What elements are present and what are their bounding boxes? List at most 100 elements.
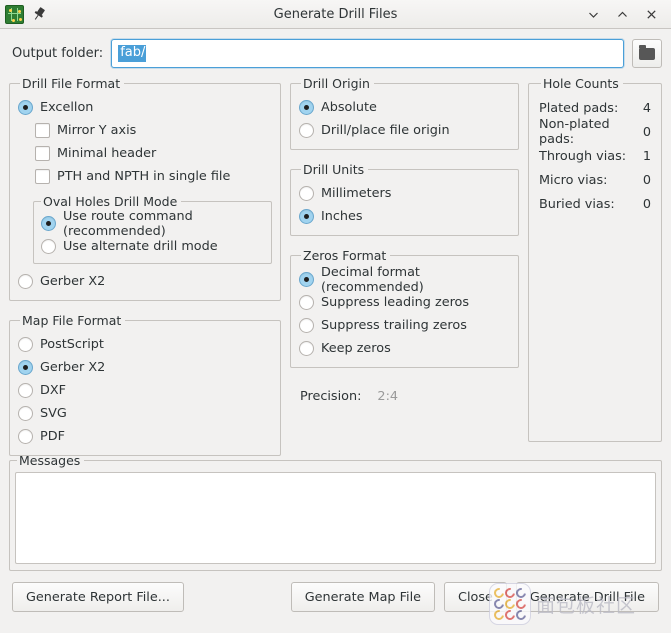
- radio-zeros-suppress-trailing-label: Suppress trailing zeros: [321, 318, 467, 333]
- radio-use-route-command[interactable]: Use route command (recommended): [41, 209, 264, 239]
- chevron-up-icon[interactable]: [614, 6, 630, 22]
- radio-units-inches-label: Inches: [321, 209, 363, 224]
- hole-count-row: Micro vias: 0: [539, 168, 651, 192]
- checkbox-minimal-header-label: Minimal header: [57, 146, 157, 161]
- output-folder-value: fab/: [118, 44, 147, 63]
- radio-map-gerber-x2[interactable]: Gerber X2: [18, 356, 272, 379]
- generate-map-file-button[interactable]: Generate Map File: [290, 582, 436, 612]
- middle-column: Drill Origin Absolute Drill/place file o…: [290, 76, 519, 453]
- radio-map-pdf-label: PDF: [40, 429, 65, 444]
- close-button[interactable]: Close: [444, 582, 507, 612]
- drill-origin-legend: Drill Origin: [303, 76, 370, 91]
- checkbox-minimal-header[interactable]: Minimal header: [35, 142, 272, 165]
- radio-use-route-command-label: Use route command (recommended): [63, 208, 193, 239]
- window-controls: [585, 6, 671, 22]
- pin-icon[interactable]: [30, 5, 48, 23]
- radio-use-alternate-drill-mode-indicator: [41, 239, 56, 254]
- radio-gerber-x2-drill-indicator: [18, 274, 33, 289]
- left-column: Drill File Format Excellon Mirror Y axis…: [9, 76, 281, 456]
- hole-count-row: Through vias: 1: [539, 144, 651, 168]
- precision-value: 2:4: [377, 389, 399, 404]
- radio-map-postscript-label: PostScript: [40, 337, 104, 352]
- hole-count-value: 1: [642, 148, 651, 164]
- radio-zeros-keep-zeros-indicator: [299, 341, 314, 356]
- radio-origin-drill-place-file-indicator: [299, 123, 314, 138]
- radio-map-postscript[interactable]: PostScript: [18, 333, 272, 356]
- zeros-format-group: Zeros Format Decimal format (recommended…: [290, 248, 519, 368]
- radio-zeros-suppress-leading-label: Suppress leading zeros: [321, 295, 470, 310]
- hole-count-value: 0: [642, 124, 651, 140]
- zeros-format-legend: Zeros Format: [303, 248, 387, 263]
- drill-file-format-legend: Drill File Format: [22, 76, 121, 91]
- precision-row: Precision: 2:4: [290, 380, 519, 404]
- radio-map-svg-indicator: [18, 406, 33, 421]
- oval-holes-drill-mode-legend: Oval Holes Drill Mode: [43, 194, 178, 209]
- hole-count-value: 0: [642, 196, 651, 212]
- output-folder-row: Output folder: fab/: [0, 29, 671, 76]
- browse-folder-button[interactable]: [632, 39, 662, 68]
- radio-excellon[interactable]: Excellon: [18, 96, 272, 119]
- button-bar: Generate Report File... Generate Map Fil…: [0, 571, 671, 612]
- checkbox-pth-npth-single-file-label: PTH and NPTH in single file: [57, 169, 231, 184]
- title-bar: Generate Drill Files: [0, 0, 671, 29]
- hole-count-value: 0: [642, 172, 651, 188]
- checkbox-pth-npth-single-file-indicator: [35, 169, 50, 184]
- radio-origin-absolute-label: Absolute: [321, 100, 377, 115]
- radio-origin-absolute[interactable]: Absolute: [299, 96, 510, 119]
- radio-zeros-decimal-format[interactable]: Decimal format (recommended): [299, 265, 510, 295]
- checkbox-mirror-y-axis-label: Mirror Y axis: [57, 123, 137, 138]
- drill-units-group: Drill Units Millimeters Inches: [290, 162, 519, 236]
- generate-drill-file-button[interactable]: Generate Drill File: [515, 582, 659, 612]
- output-folder-input[interactable]: fab/: [111, 39, 624, 68]
- checkbox-minimal-header-indicator: [35, 146, 50, 161]
- checkbox-mirror-y-axis-indicator: [35, 123, 50, 138]
- radio-map-dxf[interactable]: DXF: [18, 379, 272, 402]
- radio-map-postscript-indicator: [18, 337, 33, 352]
- window-title: Generate Drill Files: [273, 6, 398, 22]
- checkbox-pth-npth-single-file[interactable]: PTH and NPTH in single file: [35, 165, 272, 188]
- map-file-format-legend: Map File Format: [22, 313, 122, 328]
- radio-map-pdf-indicator: [18, 429, 33, 444]
- radio-zeros-suppress-trailing[interactable]: Suppress trailing zeros: [299, 314, 510, 337]
- folder-icon: [639, 44, 655, 60]
- radio-zeros-suppress-trailing-indicator: [299, 318, 314, 333]
- radio-map-svg[interactable]: SVG: [18, 402, 272, 425]
- radio-excellon-label: Excellon: [40, 100, 94, 115]
- radio-origin-absolute-indicator: [299, 100, 314, 115]
- radio-zeros-keep-zeros[interactable]: Keep zeros: [299, 337, 510, 360]
- radio-origin-drill-place-file-label: Drill/place file origin: [321, 123, 450, 138]
- radio-map-dxf-label: DXF: [40, 383, 66, 398]
- hole-count-value: 4: [642, 100, 651, 116]
- map-file-format-group: Map File Format PostScript Gerber X2 DXF…: [9, 313, 281, 456]
- hole-counts-group: Hole Counts Plated pads: 4 Non-plated pa…: [528, 76, 662, 442]
- messages-group: Messages: [9, 453, 662, 571]
- radio-zeros-decimal-format-label: Decimal format (recommended): [321, 264, 424, 295]
- radio-units-inches[interactable]: Inches: [299, 205, 510, 228]
- radio-gerber-x2-drill[interactable]: Gerber X2: [18, 270, 272, 293]
- chevron-down-icon[interactable]: [585, 6, 601, 22]
- hole-count-row: Non-plated pads: 0: [539, 117, 651, 147]
- radio-map-pdf[interactable]: PDF: [18, 425, 272, 448]
- close-icon[interactable]: [643, 6, 659, 22]
- radio-units-millimeters-indicator: [299, 186, 314, 201]
- radio-zeros-keep-zeros-label: Keep zeros: [321, 341, 391, 356]
- radio-zeros-suppress-leading-indicator: [299, 295, 314, 310]
- messages-textarea[interactable]: [15, 472, 656, 564]
- radio-use-alternate-drill-mode-label: Use alternate drill mode: [63, 239, 218, 254]
- hole-count-label: Plated pads:: [539, 100, 619, 116]
- hole-count-label: Through vias:: [539, 148, 627, 164]
- drill-units-legend: Drill Units: [303, 162, 365, 177]
- precision-label: Precision:: [300, 389, 362, 404]
- right-column: Hole Counts Plated pads: 4 Non-plated pa…: [528, 76, 662, 453]
- radio-origin-drill-place-file[interactable]: Drill/place file origin: [299, 119, 510, 142]
- radio-units-millimeters[interactable]: Millimeters: [299, 182, 510, 205]
- drill-file-format-group: Drill File Format Excellon Mirror Y axis…: [9, 76, 281, 301]
- checkbox-mirror-y-axis[interactable]: Mirror Y axis: [35, 119, 272, 142]
- messages-wrapper: Messages: [0, 453, 671, 571]
- title-bar-icons: [0, 4, 48, 24]
- radio-excellon-indicator: [18, 100, 33, 115]
- generate-report-file-button[interactable]: Generate Report File...: [12, 582, 184, 612]
- messages-legend: Messages: [19, 453, 81, 468]
- hole-count-row: Buried vias: 0: [539, 192, 651, 216]
- hole-count-label: Non-plated pads:: [539, 117, 610, 147]
